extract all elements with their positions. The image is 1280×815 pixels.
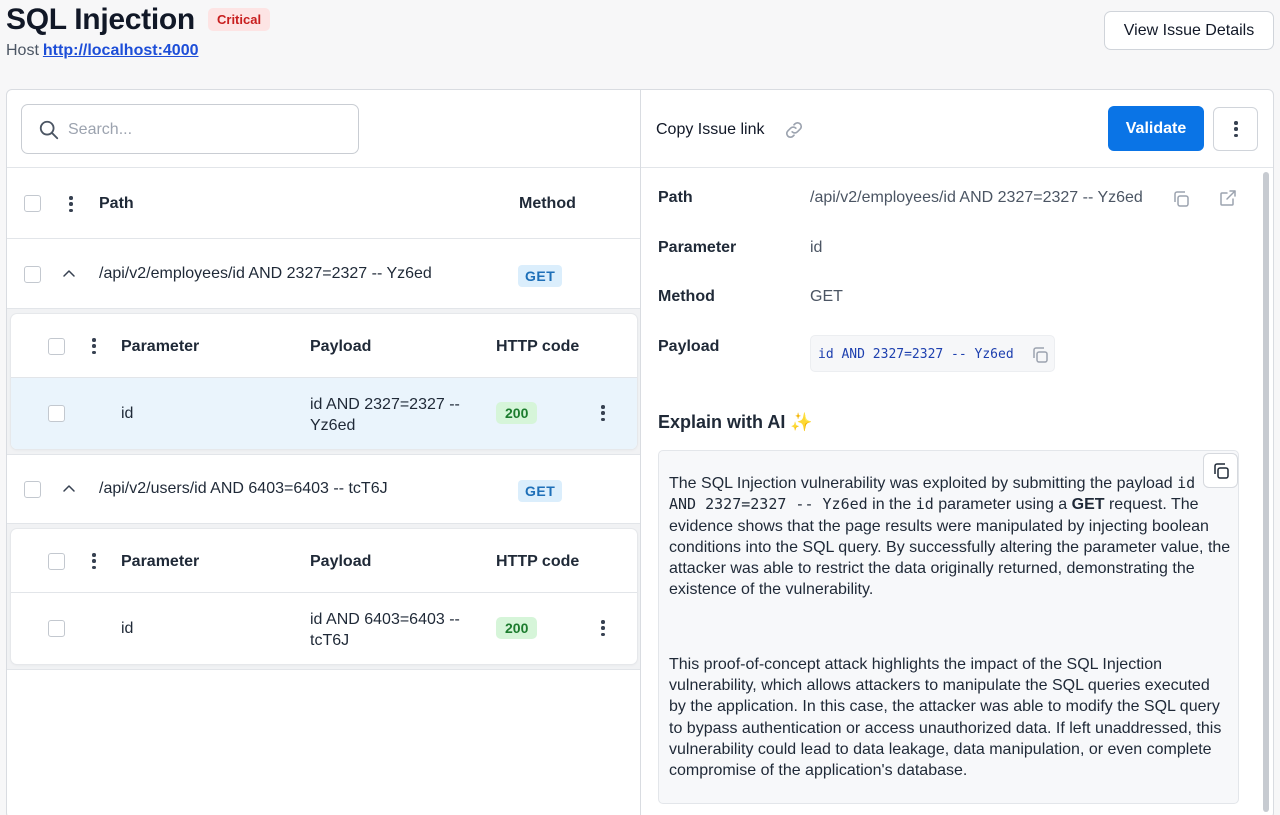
host-link[interactable]: http://localhost:4000 — [43, 42, 199, 59]
row-checkbox[interactable] — [48, 405, 65, 422]
divider — [7, 669, 640, 670]
method-badge: GET — [518, 265, 563, 287]
payload-cell: id AND 6403=6403 -- tcT6J — [310, 611, 460, 649]
ai-explanation-text: The SQL Injection vulnerability was expl… — [669, 473, 1231, 782]
search-input[interactable] — [68, 117, 338, 143]
ai-explanation-box: The SQL Injection vulnerability was expl… — [658, 450, 1239, 804]
copy-icon[interactable] — [1030, 345, 1050, 365]
column-header-parameter[interactable]: Parameter — [121, 338, 199, 356]
external-link-icon[interactable] — [1218, 188, 1238, 208]
parameter-label: Parameter — [658, 239, 737, 256]
sparkle-icon: ✨ — [790, 412, 813, 432]
divider — [641, 167, 1273, 168]
search-icon — [39, 120, 59, 140]
http-code-badge: 200 — [496, 617, 538, 639]
payload-code-box: id AND 2327=2327 -- Yz6ed — [810, 335, 1055, 372]
column-header-http-code[interactable]: HTTP code — [496, 338, 579, 356]
path-value: /api/v2/employees/id AND 2327=2327 -- Yz… — [810, 189, 1143, 206]
host-label: Host — [6, 42, 39, 59]
payload-label: Payload — [658, 338, 720, 355]
column-header-path[interactable]: Path — [99, 195, 134, 213]
subtable-options-kebab-icon[interactable] — [86, 336, 102, 356]
host-info: Host http://localhost:4000 — [6, 42, 198, 60]
table-options-kebab-icon[interactable] — [63, 194, 79, 214]
method-label: Method — [658, 288, 715, 305]
more-options-button[interactable] — [1213, 107, 1258, 151]
select-all-checkbox[interactable] — [24, 195, 41, 212]
row-options-kebab-icon[interactable] — [595, 618, 611, 638]
view-issue-details-button[interactable]: View Issue Details — [1104, 11, 1274, 50]
parameter-cell: id — [121, 405, 134, 422]
column-header-payload[interactable]: Payload — [310, 553, 371, 571]
row-checkbox[interactable] — [24, 266, 41, 283]
column-header-method[interactable]: Method — [519, 195, 576, 213]
path-cell[interactable]: /api/v2/users/id AND 6403=6403 -- tcT6J — [99, 480, 388, 498]
validate-button[interactable]: Validate — [1108, 106, 1204, 151]
search-box[interactable] — [21, 104, 359, 154]
method-value: GET — [810, 288, 843, 305]
payload-value: id AND 2327=2327 -- Yz6ed — [818, 347, 1014, 362]
path-label: Path — [658, 189, 693, 206]
kebab-icon — [1228, 119, 1244, 139]
column-header-payload[interactable]: Payload — [310, 338, 371, 356]
subtable-container: Parameter Payload HTTP code id id AND 23… — [7, 309, 640, 454]
divider — [7, 238, 640, 239]
parameter-cell: id — [121, 620, 134, 637]
parameter-subtable: Parameter Payload HTTP code id id AND 23… — [11, 314, 637, 449]
row-checkbox[interactable] — [24, 481, 41, 498]
explanation-paragraph: The SQL Injection vulnerability was expl… — [669, 474, 1231, 599]
parameter-value: id — [810, 239, 823, 256]
table-row[interactable]: id id AND 2327=2327 -- Yz6ed 200 — [11, 378, 637, 449]
column-header-parameter[interactable]: Parameter — [121, 553, 199, 571]
link-icon[interactable] — [783, 119, 805, 141]
divider — [7, 454, 640, 455]
table-row[interactable]: id id AND 6403=6403 -- tcT6J 200 — [11, 593, 637, 664]
panel-divider — [640, 90, 641, 815]
copy-icon[interactable] — [1171, 189, 1191, 209]
column-header-http-code[interactable]: HTTP code — [496, 553, 579, 571]
path-cell[interactable]: /api/v2/employees/id AND 2327=2327 -- Yz… — [99, 265, 432, 283]
row-checkbox[interactable] — [48, 620, 65, 637]
http-code-badge: 200 — [496, 402, 538, 424]
scrollbar-thumb[interactable] — [1263, 172, 1269, 812]
row-options-kebab-icon[interactable] — [595, 403, 611, 423]
severity-badge: Critical — [208, 8, 271, 31]
subtable-options-kebab-icon[interactable] — [86, 551, 102, 571]
subtable-select-all-checkbox[interactable] — [48, 553, 65, 570]
method-badge: GET — [518, 480, 563, 502]
divider — [7, 167, 640, 168]
payload-cell: id AND 2327=2327 -- Yz6ed — [310, 396, 460, 434]
subtable-select-all-checkbox[interactable] — [48, 338, 65, 355]
page-title: SQL Injection — [6, 3, 195, 36]
explain-with-ai-title: Explain with AI ✨ — [658, 412, 813, 432]
explanation-paragraph: This proof-of-concept attack highlights … — [669, 655, 1222, 780]
chevron-up-icon[interactable] — [61, 266, 77, 282]
parameter-subtable: Parameter Payload HTTP code id id AND 64… — [11, 529, 637, 664]
subtable-container: Parameter Payload HTTP code id id AND 64… — [7, 524, 640, 669]
chevron-up-icon[interactable] — [61, 481, 77, 497]
page-header: SQL Injection Critical Host http://localh… — [0, 0, 1280, 90]
copy-issue-link[interactable]: Copy Issue link — [656, 121, 765, 139]
issue-panel: Path Method /api/v2/employees/id AND 232… — [6, 89, 1274, 815]
